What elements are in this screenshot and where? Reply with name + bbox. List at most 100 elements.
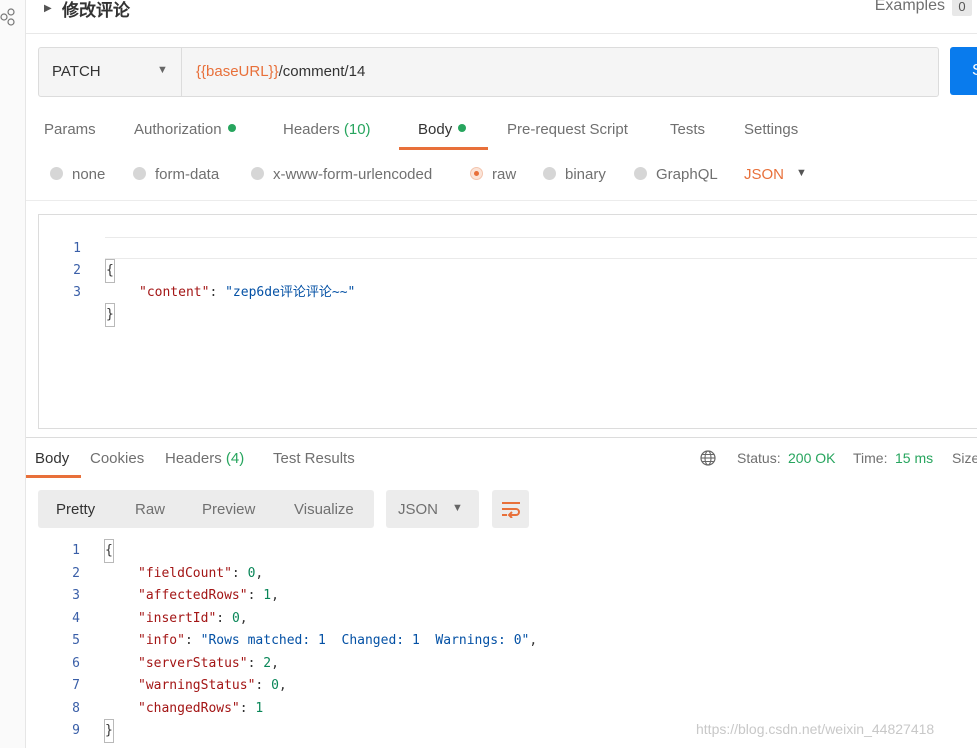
radio-circle-icon (634, 166, 647, 180)
tab-settings[interactable]: Settings (744, 121, 798, 138)
status-value[interactable]: 200 OK (788, 450, 835, 466)
tab-body-label: Body (418, 121, 453, 138)
response-view-mode-group: Pretty Raw Preview Visualize (38, 490, 374, 528)
view-pretty-button[interactable]: Pretty (56, 501, 95, 518)
line-number: 3 (72, 588, 80, 603)
code-line: 1 { (39, 216, 115, 283)
json-key: "changedRows" (138, 700, 240, 716)
radio-none-label: none (72, 166, 106, 183)
code-text: { (104, 539, 114, 563)
json-value: 1 (263, 588, 272, 603)
send-button[interactable]: S (950, 47, 977, 95)
radio-raw-label: raw (492, 166, 517, 183)
json-key: "info" (138, 633, 185, 648)
radio-raw[interactable]: raw (470, 166, 516, 183)
line-number: 1 (72, 543, 80, 558)
response-tab-body[interactable]: Body (35, 450, 69, 467)
radio-circle-icon (133, 166, 146, 180)
json-comma: , (271, 655, 279, 671)
method-select[interactable]: PATCH ▼ (39, 48, 182, 96)
code-text: } (105, 303, 115, 327)
view-preview-button[interactable]: Preview (202, 501, 255, 518)
radio-circle-icon (251, 166, 264, 180)
radio-urlencoded[interactable]: x-www-form-urlencoded (251, 166, 432, 183)
json-value: 0 (271, 678, 279, 693)
json-comma: , (239, 610, 248, 626)
code-text: "insertId": 0, (138, 608, 248, 630)
request-body-editor[interactable]: 1 { 2 "content": "zep6de评论评论~~" 3 } (38, 214, 977, 429)
json-value: 0 (231, 610, 240, 626)
wrap-lines-button[interactable] (492, 490, 529, 528)
response-tab-cookies[interactable]: Cookies (90, 450, 144, 467)
tab-headers[interactable]: Headers (10) (283, 121, 371, 138)
json-key: "serverStatus" (138, 655, 248, 671)
active-tab-indicator (399, 147, 488, 150)
json-key: "insertId" (138, 610, 217, 626)
code-text: "info": "Rows matched: 1 Changed: 1 Warn… (138, 630, 537, 652)
response-tab-headers[interactable]: Headers (4) (165, 450, 244, 467)
tab-authorization-label: Authorization (134, 121, 222, 138)
response-tab-headers-count: (4) (225, 450, 245, 467)
radio-graphql-label: GraphQL (656, 166, 718, 183)
radio-none[interactable]: none (50, 166, 105, 183)
time-label: Time: (853, 450, 888, 466)
time-value[interactable]: 15 ms (895, 450, 933, 466)
code-text: "serverStatus": 2, (138, 653, 279, 675)
tab-prerequest-script[interactable]: Pre-request Script (507, 121, 628, 138)
examples-count-badge: 0 (952, 0, 972, 16)
divider (26, 200, 977, 201)
method-label: PATCH (52, 63, 101, 80)
url-variable: {{baseURL}} (196, 63, 279, 80)
watermark: https://blog.csdn.net/weixin_44827418 (696, 721, 935, 737)
radio-circle-icon (543, 166, 556, 180)
code-line: 2 "content": "zep6de评论评论~~" (39, 238, 355, 300)
line-number: 6 (72, 655, 80, 671)
radio-binary[interactable]: binary (543, 166, 606, 183)
radio-selected-icon (470, 166, 483, 180)
tab-body[interactable]: Body (418, 121, 467, 138)
view-visualize-button[interactable]: Visualize (294, 501, 354, 518)
tab-params[interactable]: Params (44, 121, 96, 138)
view-raw-button[interactable]: Raw (135, 501, 165, 518)
response-tab-test-results[interactable]: Test Results (273, 450, 355, 467)
response-body-viewer[interactable]: 1 {2 "fieldCount": 0, 3 "affectedRows": 1, 4 "… (38, 539, 977, 748)
tab-tests[interactable]: Tests (670, 121, 705, 138)
tab-headers-count: (10) (343, 121, 371, 138)
json-colon: : (209, 285, 226, 300)
json-comma: , (255, 565, 264, 581)
caret-down-icon[interactable]: ▼ (796, 167, 807, 179)
body-format-select[interactable]: JSON (744, 166, 784, 183)
body-type-options: none form-data x-www-form-urlencoded raw… (26, 162, 977, 190)
json-key: "fieldCount" (138, 565, 232, 581)
line-number: 7 (72, 678, 80, 693)
caret-right-icon[interactable]: ▶ (44, 3, 52, 14)
code-text: "fieldCount": 0, (138, 563, 263, 585)
caret-down-icon: ▼ (452, 502, 463, 514)
json-colon: : (255, 678, 272, 693)
json-colon: : (184, 633, 201, 648)
tab-authorization[interactable]: Authorization (134, 121, 236, 138)
line-number: 3 (73, 285, 81, 300)
status-label: Status: (737, 450, 781, 466)
json-value: 2 (263, 655, 272, 671)
request-title[interactable]: 修改评论 (62, 0, 130, 21)
url-path: /comment/14 (278, 63, 366, 80)
url-input[interactable]: {{baseURL}}/comment/14 (196, 63, 365, 80)
url-bar: PATCH ▼ {{baseURL}}/comment/14 (38, 47, 939, 97)
status-dot-icon (458, 124, 467, 133)
current-line-highlight (105, 237, 977, 259)
globe-icon[interactable] (700, 450, 716, 466)
radio-form-data[interactable]: form-data (133, 166, 219, 183)
response-format-select[interactable]: JSON ▼ (386, 490, 479, 528)
size-label[interactable]: Size (952, 450, 977, 466)
json-colon: : (216, 610, 232, 626)
tab-headers-label: Headers (283, 121, 340, 138)
radio-binary-label: binary (565, 166, 606, 183)
response-tab-headers-label: Headers (165, 450, 222, 467)
examples-link[interactable]: Examples (875, 0, 945, 15)
share-icon[interactable] (0, 8, 16, 26)
line-number: 9 (72, 723, 80, 738)
radio-graphql[interactable]: GraphQL (634, 166, 718, 183)
response-divider[interactable] (26, 437, 977, 438)
active-tab-indicator (26, 475, 81, 478)
